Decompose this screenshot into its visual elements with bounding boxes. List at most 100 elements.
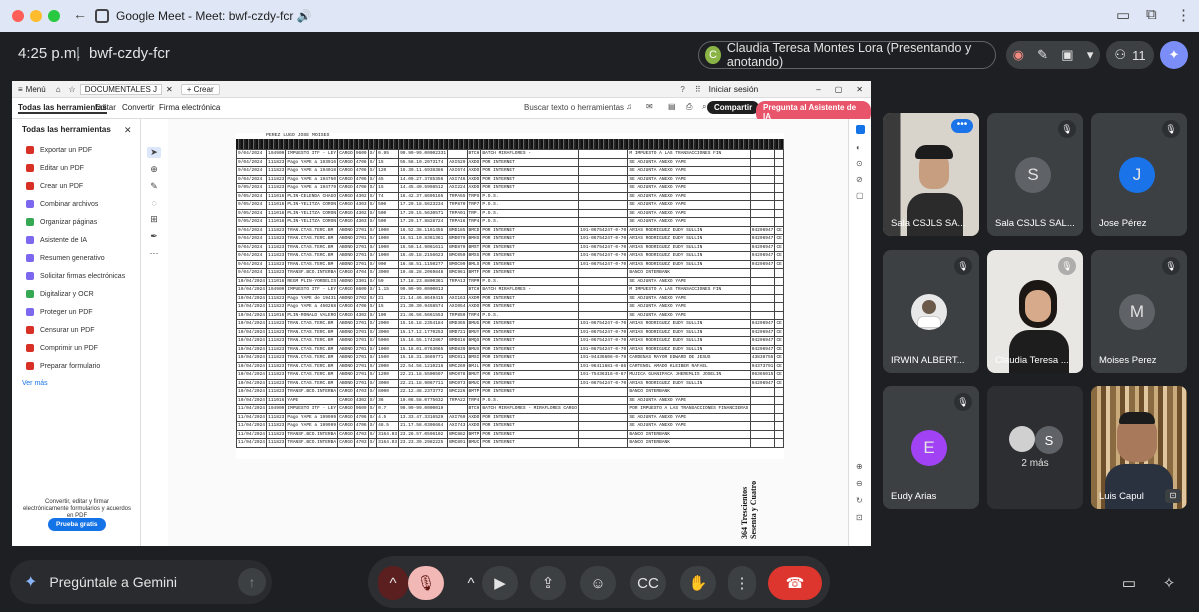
tool-protect-pdf[interactable]: Proteger un PDF [26, 306, 93, 318]
home-icon[interactable]: ⌂ [56, 85, 61, 94]
comment-icon[interactable]: ✉ [646, 102, 653, 111]
tool-export-pdf[interactable]: Exportar un PDF [26, 144, 92, 156]
tool-compress-pdf[interactable]: Comprimir un PDF [26, 342, 98, 354]
more-menu-icon[interactable]: ⋮ [1176, 6, 1191, 24]
record-icon[interactable]: ◉ [1013, 47, 1024, 63]
mic-muted-button[interactable]: 🎙 [408, 566, 444, 600]
ai-rail-icon[interactable] [856, 125, 865, 134]
zoom-out-icon[interactable]: ⊖ [856, 479, 865, 488]
extensions-icon[interactable]: ⧉ [1146, 6, 1157, 23]
fit-page-icon[interactable]: ⊡ [856, 513, 865, 522]
stop-presenting-icon[interactable]: ▣ [1061, 47, 1073, 63]
document-tab[interactable]: DOCUMENTALES J [79, 83, 163, 95]
lasso-icon[interactable]: ◌ [147, 198, 161, 208]
nav-all-tools[interactable]: Todas las herramientas [18, 103, 107, 114]
participant-tile[interactable]: ⊡ Luis Capul [1091, 386, 1187, 509]
select-cursor-icon[interactable]: ➤ [147, 147, 161, 158]
gemini-sparkle-button[interactable]: ✦ [1160, 41, 1188, 69]
ledger-cell: 10/04/2024 [235, 370, 268, 380]
participant-tile[interactable]: 🎙 Claudia Teresa ... [987, 250, 1083, 373]
more-tools-icon[interactable]: ⋯ [147, 248, 161, 259]
attachments-rail-icon[interactable]: ⊘ [856, 175, 865, 184]
sign-in-link[interactable]: Iniciar sesión [709, 84, 759, 94]
chat-button[interactable]: ▭ [1112, 566, 1146, 600]
chevron-down-icon[interactable]: ▾ [1087, 47, 1094, 63]
nav-edit[interactable]: Editar [95, 103, 116, 112]
maximize-icon[interactable]: ▢ [835, 85, 843, 94]
nav-convert[interactable]: Convertir [122, 103, 154, 112]
free-trial-button[interactable]: Prueba gratis [48, 518, 106, 531]
ledger-cell: ABONO [337, 344, 355, 354]
send-arrow-icon[interactable]: ↑ [238, 568, 266, 596]
ledger-cell: 9/04/2024 [235, 268, 268, 278]
tool-prepare-form[interactable]: Preparar formulario [26, 360, 100, 372]
tool-generative-summary[interactable]: Resumen generativo [26, 252, 105, 264]
redact-icon [26, 326, 34, 334]
pages-rail-icon[interactable]: ▢ [856, 191, 865, 200]
zoom-icon[interactable]: ⊕ [147, 164, 161, 175]
share-button[interactable]: Compartir [707, 101, 760, 114]
mic-options-chevron-up-icon[interactable]: ^ [378, 566, 408, 600]
minimize-icon[interactable]: – [816, 85, 820, 94]
see-more-link[interactable]: Ver más [22, 380, 48, 387]
tool-redact-pdf[interactable]: Censurar un PDF [26, 324, 94, 336]
participant-tile[interactable]: J 🎙 Jose Pérez [1091, 113, 1187, 236]
pen-icon[interactable]: ✎ [147, 181, 161, 192]
tool-scan-ocr[interactable]: Digitalizar y OCR [26, 288, 94, 300]
close-window-button[interactable] [12, 10, 24, 22]
headphones-icon[interactable]: ♫ [626, 102, 632, 111]
participant-tile[interactable]: S 2 más [987, 386, 1083, 509]
emoji-reactions-button[interactable]: ☺ [580, 566, 616, 600]
minimize-window-button[interactable] [30, 10, 42, 22]
create-button[interactable]: + Crear [180, 83, 220, 95]
camera-indicator-icon[interactable]: ▭ [1116, 6, 1130, 24]
tool-organize-pages[interactable]: Organizar páginas [26, 216, 97, 228]
menu-label[interactable]: Menú [26, 85, 46, 94]
participant-tile[interactable]: E 🎙 Eudy Arias [883, 386, 979, 509]
bookmark-rail-icon[interactable]: ⊙ [856, 159, 865, 168]
back-arrow-icon[interactable]: ← [73, 6, 87, 22]
zoom-in-icon[interactable]: ⊕ [856, 462, 865, 471]
ledger-cell: 111823 [266, 336, 287, 346]
tool-combine-files[interactable]: Combinar archivos [26, 198, 98, 210]
presenter-chip[interactable]: C Claudia Teresa Montes Lora (Presentand… [698, 41, 996, 69]
participant-tile[interactable]: S 🎙 Sala CSJLS SAL... [987, 113, 1083, 236]
print-icon[interactable]: ⎙ [686, 102, 692, 112]
leave-call-button[interactable]: ☎ [768, 566, 822, 600]
rotate-icon[interactable]: ↻ [856, 496, 865, 505]
nav-esign[interactable]: Firma electrónica [159, 103, 220, 112]
captions-button[interactable]: CC [630, 566, 666, 600]
activities-button[interactable]: ✧ [1152, 566, 1186, 600]
gemini-prompt-box[interactable]: ✦ Pregúntale a Gemini ↑ [10, 560, 272, 604]
text-box-icon[interactable]: ⊞ [147, 214, 161, 225]
tab-close-icon[interactable]: ✕ [166, 85, 173, 94]
tool-request-signatures[interactable]: Solicitar firmas electrónicas [26, 270, 125, 282]
participant-tile[interactable]: 🎙 IRWIN ALBERT... [883, 250, 979, 373]
participant-tile[interactable]: M 🎙 Moises Perez [1091, 250, 1187, 373]
star-icon[interactable]: ☆ [69, 85, 76, 94]
tool-ai-assistant[interactable]: Asistente de IA [26, 234, 87, 246]
raise-hand-button[interactable]: ✋ [680, 566, 716, 600]
annotate-icon[interactable]: ✎ [1037, 47, 1048, 63]
ledger-cell: 10/04/2024 [235, 276, 268, 286]
document-viewport[interactable]: PEREZ LUGO JOSE MOISES 9/04/2024 194909 IM… [168, 119, 865, 546]
save-icon[interactable]: ▤ [668, 102, 676, 111]
ledger-cell: M IMPUESTO A LAS TRANSACCIONES FIN [627, 285, 751, 295]
camera-button[interactable]: ▶ [482, 566, 518, 600]
search-icon[interactable]: ⌕ [702, 102, 706, 112]
tool-edit-pdf[interactable]: Editar un PDF [26, 162, 84, 174]
help-icon[interactable]: ? [680, 85, 684, 94]
stamp-icon[interactable]: ✒ [147, 231, 161, 242]
more-options-button[interactable]: ⋮ [728, 566, 756, 600]
apps-grid-icon[interactable]: ⠿ [695, 85, 701, 94]
participants-button[interactable]: ⚇ 11 [1106, 41, 1154, 69]
tool-create-pdf[interactable]: Crear un PDF [26, 180, 83, 192]
close-icon[interactable]: ✕ [856, 85, 863, 94]
participant-tile[interactable]: ••• Sala CSJLS SA... [883, 113, 979, 236]
panel-close-icon[interactable]: ✕ [124, 125, 132, 136]
menu-icon[interactable]: ≡ [18, 85, 23, 94]
comments-rail-icon[interactable]: ◐ [856, 143, 865, 152]
zoom-window-button[interactable] [48, 10, 60, 22]
present-screen-button[interactable]: ⇪ [530, 566, 566, 600]
search-field[interactable]: Buscar texto o herramientas [524, 103, 624, 112]
